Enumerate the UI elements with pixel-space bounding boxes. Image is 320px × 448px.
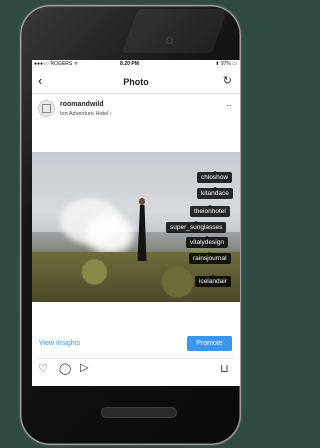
photo-tag[interactable]: chloshow [197,171,233,183]
photo-tag[interactable]: theionhotel [190,205,230,217]
clock: 8:20 PM [120,61,139,67]
divider [38,358,234,359]
more-options-icon[interactable]: ··· [226,101,232,110]
heart-icon[interactable]: ♡ [38,362,48,375]
front-camera [167,38,172,43]
refresh-icon[interactable]: ↻ [223,74,232,87]
phone-screen: ●●●○○ ROGERS ᯤ 8:20 PM ⬆ 97% ▭ ‹ Photo ↻… [32,60,240,386]
promote-button[interactable]: Promote [187,336,232,351]
post-username[interactable]: roomandwild [60,101,104,108]
engagement-icons: ♡ ◯ ◁ ⊓ [32,362,240,378]
comment-icon[interactable]: ◯ [59,362,71,375]
photo-tag[interactable]: super_sunglasses [166,221,227,233]
post-header: roomandwild Ion Adventure Hotel › ··· [32,94,240,124]
photo-person [135,198,149,270]
page-title: Photo [123,77,149,87]
post-photo[interactable]: chloshow kitandace theionhotel super_sun… [32,152,240,302]
photo-tag[interactable]: kitandace [197,187,233,199]
photo-steam [86,214,134,254]
status-bar: ●●●○○ ROGERS ᯤ 8:20 PM ⬆ 97% ▭ [32,60,240,68]
share-icon[interactable]: ◁ [80,362,88,375]
avatar[interactable] [38,100,55,117]
view-insights-link[interactable]: View Insights [39,340,80,347]
logo-icon [42,104,51,113]
photo-tag[interactable]: icelandair [195,275,231,287]
carrier-label: ●●●○○ ROGERS ᯤ [34,61,79,67]
photo-tag[interactable]: rainsjournal [189,252,231,264]
home-button[interactable] [102,408,176,417]
nav-bar: ‹ Photo ↻ [32,69,240,94]
phone-glare [121,9,229,53]
photo-tag[interactable]: vitalydesign [186,236,228,248]
post-actions-row: View Insights Promote [32,336,240,354]
bookmark-icon[interactable]: ⊓ [220,362,229,375]
post-location[interactable]: Ion Adventure Hotel › [60,111,112,117]
battery-indicator: ⬆ 97% ▭ [215,61,237,67]
